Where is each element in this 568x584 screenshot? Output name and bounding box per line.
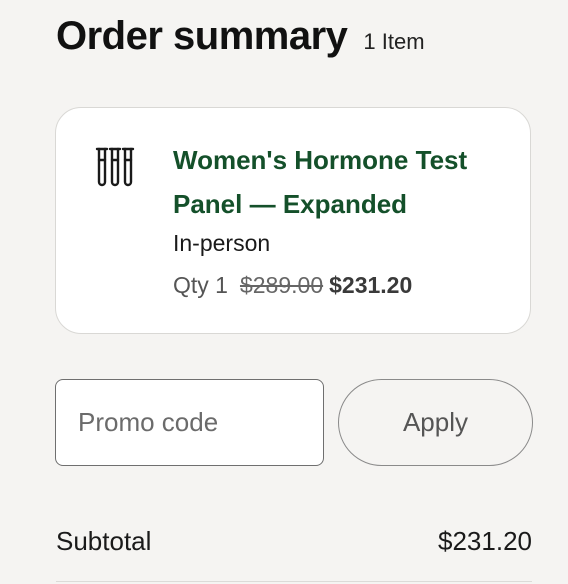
quantity-label: Qty 1 xyxy=(173,272,228,298)
divider xyxy=(56,581,532,582)
subtotal-row: Subtotal $231.20 xyxy=(56,526,532,557)
item-info: Women's Hormone Test Panel — Expanded In… xyxy=(173,138,513,300)
item-count: 1 Item xyxy=(363,29,425,54)
apply-promo-button[interactable]: Apply xyxy=(338,379,533,466)
subtotal-value: $231.20 xyxy=(438,526,532,556)
test-tubes-icon xyxy=(94,146,136,190)
subtotal-label: Subtotal xyxy=(56,526,152,556)
page-title: Order summary xyxy=(56,14,348,58)
promo-code-input[interactable] xyxy=(55,379,324,466)
sale-price: $231.20 xyxy=(329,272,413,298)
order-summary-header: Order summary 1 Item xyxy=(56,14,425,59)
product-name[interactable]: Women's Hormone Test Panel — Expanded xyxy=(173,138,513,226)
order-summary-panel: Order summary 1 Item Women's Hormone Tes… xyxy=(0,0,568,584)
original-price: $289.00 xyxy=(239,272,324,298)
visit-type: In-person xyxy=(173,230,271,256)
order-item-card: Women's Hormone Test Panel — Expanded In… xyxy=(55,107,531,334)
price-row: Qty 1 $289.00 $231.20 xyxy=(173,270,513,300)
